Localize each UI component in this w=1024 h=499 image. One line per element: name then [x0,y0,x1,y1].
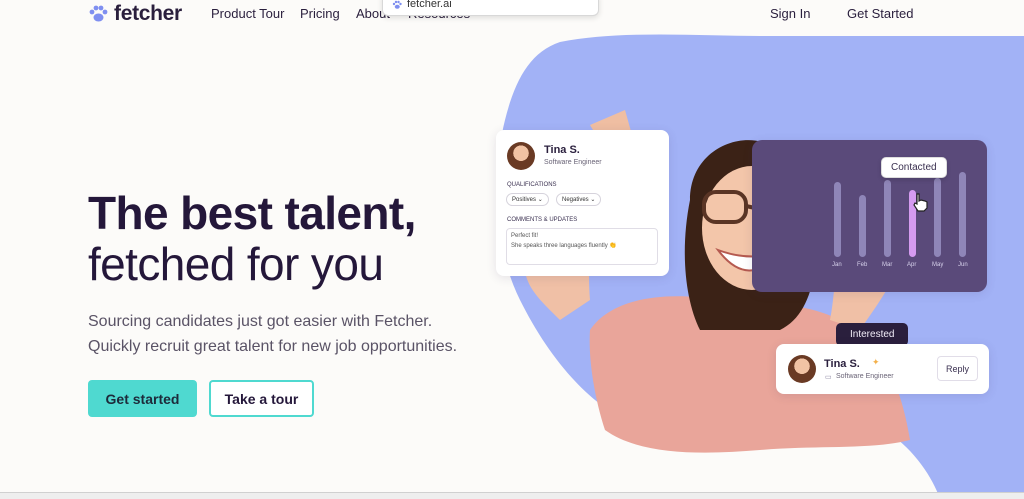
reply-button[interactable]: Reply [937,356,978,381]
month-label: May [932,262,944,268]
bar-2 [859,195,866,257]
month-label: Feb [857,262,868,268]
candidate-name: Tina S. [544,144,580,156]
bar-6 [959,172,966,257]
candidate-avatar [788,355,816,383]
candidate-avatar [507,142,535,170]
candidate-name: Tina S. [824,358,860,370]
hero-subtitle-line-1: Sourcing candidates just got easier with… [88,313,433,330]
hero-title-bold: The best talent, [88,187,416,239]
comment-line-1: Perfect fit! [511,233,539,239]
month-label: Apr [907,262,917,268]
folder-icon: ▭ [825,374,832,381]
bar-1 [834,182,841,257]
comments-label: COMMENTS & UPDATES [507,217,578,223]
bar-5 [934,178,941,257]
chevron-down-icon: ⌄ [590,197,596,203]
negatives-dropdown[interactable]: Negatives ⌄ [556,193,602,206]
chart-card: Jan Feb Mar Apr May Jun [752,140,987,292]
hero-title-light: fetched for you [88,238,384,290]
candidate-status-card: Tina S. ✦ ▭ Software Engineer Reply [776,344,989,394]
candidate-role: Software Engineer [544,159,602,166]
window-bottom-edge [0,492,1024,499]
comment-line-2: She speaks three languages fluently 👏 [511,243,617,249]
positives-dropdown[interactable]: Positives ⌄ [506,193,549,206]
hand-cursor-icon [913,193,928,212]
negatives-label: Negatives [562,197,589,203]
take-a-tour-button[interactable]: Take a tour [209,380,314,417]
month-label: Jun [958,262,968,268]
hero-subtitle: Sourcing candidates just got easier with… [88,309,457,359]
hero-subtitle-line-2: Quickly recruit great talent for new job… [88,338,458,355]
month-label: Jan [832,262,842,268]
chevron-down-icon: ⌄ [537,197,543,203]
bar-3 [884,180,891,257]
qualifications-label: QUALIFICATIONS [507,182,557,188]
candidate-role: Software Engineer [836,373,894,380]
candidate-profile-card: Tina S. Software Engineer QUALIFICATIONS… [496,130,669,276]
get-started-button[interactable]: Get started [88,380,197,417]
comment-box[interactable]: Perfect fit! She speaks three languages … [506,228,658,265]
interested-badge: Interested [836,323,909,346]
month-label: Mar [882,262,893,268]
sparkle-icon: ✦ [872,357,880,367]
positives-label: Positives [512,197,537,203]
contacted-tooltip: Contacted [881,157,947,178]
